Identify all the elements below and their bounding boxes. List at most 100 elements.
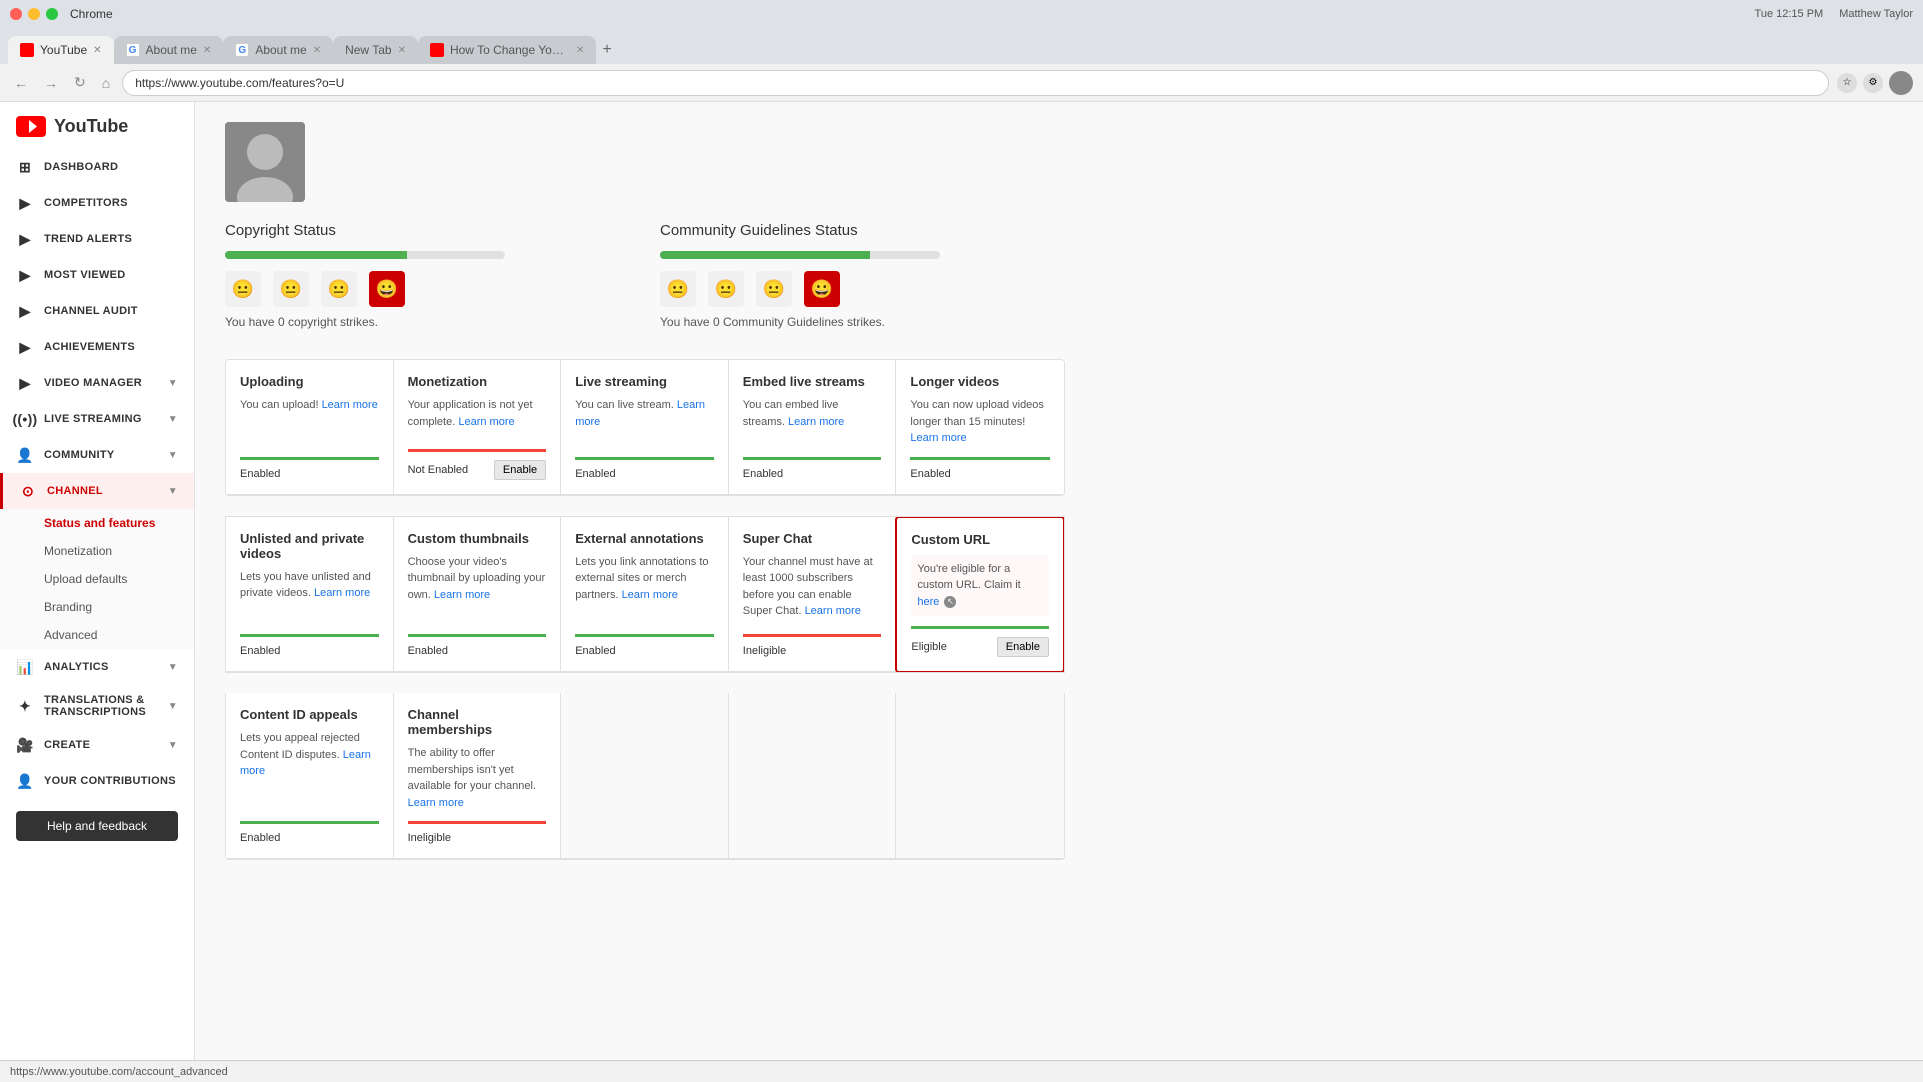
feature-title-custom-url: Custom URL (911, 532, 1049, 547)
status-embed-live: Enabled (743, 468, 783, 480)
traffic-lights[interactable] (10, 8, 58, 20)
sidebar-label-competitors: COMPETITORS (44, 197, 128, 209)
claim-here-link[interactable]: here (917, 596, 939, 608)
sidebar-label-dashboard: DASHBOARD (44, 161, 118, 173)
help-feedback-button[interactable]: Help and feedback (16, 811, 178, 841)
face-ok-1: 😐 (225, 271, 261, 307)
enable-custom-url-button[interactable]: Enable (997, 637, 1049, 657)
feature-card-empty-3 (896, 693, 1064, 859)
sidebar-item-dashboard[interactable]: ⊞ DASHBOARD (0, 149, 194, 185)
face-strike: 😀 (369, 271, 405, 307)
learn-more-memberships[interactable]: Learn more (408, 797, 464, 809)
sidebar-item-live-streaming[interactable]: ((•)) LIVE STREAMING ▼ (0, 401, 194, 437)
address-bar: ← → ↻ ⌂ https://www.youtube.com/features… (0, 64, 1923, 102)
feature-desc-annotations: Lets you link annotations to external si… (575, 554, 714, 625)
new-tab-button[interactable]: + (596, 36, 617, 64)
sidebar-item-community[interactable]: 👤 COMMUNITY ▼ (0, 437, 194, 473)
channel-submenu: Status and features Monetization Upload … (0, 509, 194, 649)
feature-desc-memberships: The ability to offer memberships isn't y… (408, 745, 547, 811)
sub-branding[interactable]: Branding (0, 593, 194, 621)
minimize-button[interactable] (28, 8, 40, 20)
url-bar[interactable]: https://www.youtube.com/features?o=U (122, 70, 1829, 96)
face-ok-3: 😐 (321, 271, 357, 307)
status-monetization: Not Enabled (408, 464, 469, 476)
learn-more-annotations[interactable]: Learn more (622, 589, 678, 601)
learn-more-unlisted[interactable]: Learn more (314, 587, 370, 599)
reload-button[interactable]: ↻ (70, 72, 90, 93)
copyright-bar-green (225, 251, 407, 259)
tab-bar: YouTube ✕ G About me ✕ G About me ✕ New … (0, 28, 1923, 64)
feature-card-monetization: Monetization Your application is not yet… (394, 360, 562, 495)
sidebar-item-competitors[interactable]: ▶ COMPETITORS (0, 185, 194, 221)
chevron-community-icon: ▼ (168, 450, 178, 461)
tab-close-about2[interactable]: ✕ (313, 45, 321, 56)
cface-ok-2: 😐 (708, 271, 744, 307)
learn-more-longer[interactable]: Learn more (910, 432, 966, 444)
sidebar-item-your-contributions[interactable]: 👤 YOUR CONTRIBUTIONS (0, 763, 194, 799)
sub-monetization[interactable]: Monetization (0, 537, 194, 565)
feature-desc-custom-url: You're eligible for a custom URL. Claim … (911, 555, 1049, 617)
community-guidelines-section: Community Guidelines Status 😐 😐 😐 😀 You … (660, 222, 1065, 329)
tab-close-howto[interactable]: ✕ (576, 45, 584, 56)
home-button[interactable]: ⌂ (98, 73, 114, 93)
community-text: You have 0 Community Guidelines strikes. (660, 315, 1065, 329)
close-button[interactable] (10, 8, 22, 20)
sidebar-item-channel-audit[interactable]: ▶ CHANNEL AUDIT (0, 293, 194, 329)
copyright-title: Copyright Status (225, 222, 630, 239)
sidebar-item-translations[interactable]: ✦ TRANSLATIONS & TRANSCRIPTIONS ▼ (0, 685, 194, 727)
tab-about1[interactable]: G About me ✕ (114, 36, 224, 64)
sidebar-item-video-manager[interactable]: ▶ VIDEO MANAGER ▼ (0, 365, 194, 401)
chevron-live-icon: ▼ (168, 414, 178, 425)
tab-close-about1[interactable]: ✕ (203, 45, 211, 56)
learn-more-content-id[interactable]: Learn more (240, 749, 371, 778)
status-uploading: Enabled (240, 468, 280, 480)
learn-more-monetization[interactable]: Learn more (458, 416, 514, 428)
learn-more-live[interactable]: Learn more (575, 399, 705, 428)
bookmark-icon[interactable]: ☆ (1837, 73, 1857, 93)
sidebar-item-trend-alerts[interactable]: ▶ TREND ALERTS (0, 221, 194, 257)
forward-button[interactable]: → (40, 73, 62, 93)
enable-monetization-button[interactable]: Enable (494, 460, 546, 480)
user-label: Matthew Taylor (1839, 8, 1913, 20)
sub-advanced[interactable]: Advanced (0, 621, 194, 649)
status-memberships: Ineligible (408, 832, 451, 844)
sidebar-item-achievements[interactable]: ▶ ACHIEVEMENTS (0, 329, 194, 365)
achievements-icon: ▶ (16, 338, 34, 356)
tab-close-newtab[interactable]: ✕ (398, 45, 406, 56)
chevron-channel-icon: ▼ (168, 486, 178, 497)
sidebar-item-channel[interactable]: ⊙ CHANNEL ▼ (0, 473, 194, 509)
learn-more-super-chat[interactable]: Learn more (805, 605, 861, 617)
community-title: Community Guidelines Status (660, 222, 1065, 239)
feature-footer-longer-videos: Enabled (910, 457, 1050, 480)
sidebar-item-most-viewed[interactable]: ▶ MOST VIEWED (0, 257, 194, 293)
sub-upload-defaults[interactable]: Upload defaults (0, 565, 194, 593)
sidebar-item-analytics[interactable]: 📊 ANALYTICS ▼ (0, 649, 194, 685)
tab-about2[interactable]: G About me ✕ (223, 36, 333, 64)
learn-more-uploading[interactable]: Learn more (322, 399, 378, 411)
sidebar-item-create[interactable]: 🎥 CREATE ▼ (0, 727, 194, 763)
sub-status-features[interactable]: Status and features (0, 509, 194, 537)
address-icons: ☆ ⚙ (1837, 71, 1913, 95)
tab-about2-label: About me (255, 43, 306, 57)
competitors-icon: ▶ (16, 194, 34, 212)
tab-youtube[interactable]: YouTube ✕ (8, 36, 114, 64)
learn-more-embed-live[interactable]: Learn more (788, 416, 844, 428)
tab-howto[interactable]: How To Change Youtube Chan... ✕ (418, 36, 596, 64)
sidebar-label-trend-alerts: TREND ALERTS (44, 233, 132, 245)
g-favicon-1: G (126, 43, 140, 57)
sidebar-logo[interactable]: YouTube (0, 102, 194, 149)
feature-title-embed-live: Embed live streams (743, 374, 882, 389)
feature-desc-unlisted: Lets you have unlisted and private video… (240, 569, 379, 625)
sidebar-label-video-manager: VIDEO MANAGER (44, 377, 142, 389)
back-button[interactable]: ← (10, 73, 32, 93)
bottom-status-bar: https://www.youtube.com/account_advanced (0, 1060, 1923, 1082)
extension-icon[interactable]: ⚙ (1863, 73, 1883, 93)
url-text: https://www.youtube.com/features?o=U (135, 76, 344, 90)
maximize-button[interactable] (46, 8, 58, 20)
user-avatar[interactable] (1889, 71, 1913, 95)
tab-close-youtube[interactable]: ✕ (93, 45, 101, 56)
feature-desc-content-id: Lets you appeal rejected Content ID disp… (240, 730, 379, 811)
feature-card-memberships: Channel memberships The ability to offer… (394, 693, 562, 859)
tab-newtab[interactable]: New Tab ✕ (333, 36, 418, 64)
learn-more-thumbnails[interactable]: Learn more (434, 589, 490, 601)
